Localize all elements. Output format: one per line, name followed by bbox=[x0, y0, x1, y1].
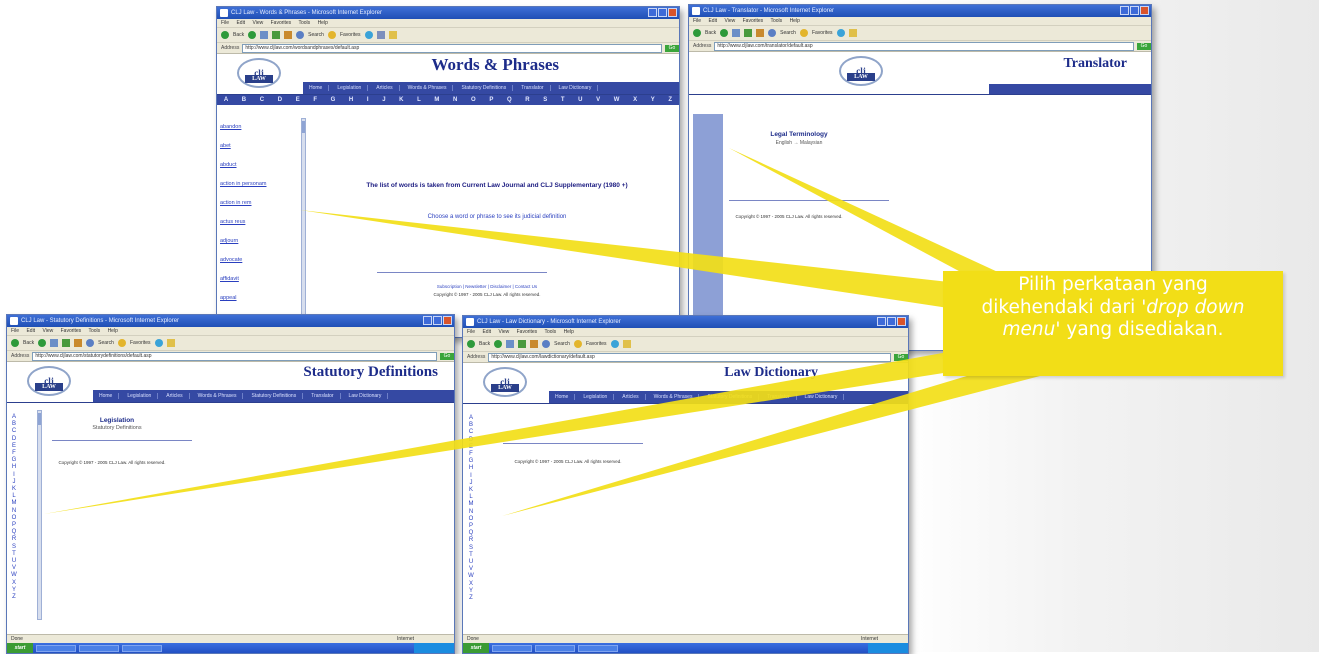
callout-line-3-text: yang disediakan. bbox=[1060, 319, 1224, 340]
callout-line-1: Pilih perkataan yang bbox=[1018, 274, 1208, 295]
instruction-callout: Pilih perkataan yang dikehendaki dari 'd… bbox=[943, 271, 1283, 376]
pointer-beam-words bbox=[300, 210, 958, 309]
callout-line-2-italic: 'drop down bbox=[1141, 296, 1245, 318]
callout-line-3-italic: menu' bbox=[1002, 319, 1061, 340]
callout-line-3: menu' yang disediakan. bbox=[943, 319, 1283, 342]
callout-line-2-text: dikehendaki dari bbox=[981, 296, 1142, 318]
callout-line-2: dikehendaki dari 'drop down bbox=[943, 297, 1283, 320]
callout-text: Pilih perkataan yang dikehendaki dari 'd… bbox=[943, 274, 1283, 342]
